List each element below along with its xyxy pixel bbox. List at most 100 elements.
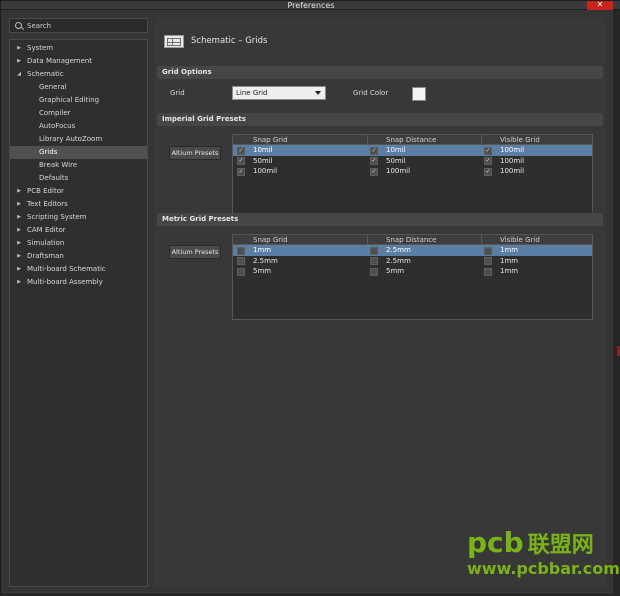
preferences-window: Preferences ✕ ▶ System ▶ Data Management ◢ Sc…: [0, 0, 620, 596]
preset-value[interactable]: 100mil: [500, 145, 524, 156]
preset-checkbox[interactable]: ✓: [237, 167, 245, 176]
table-row[interactable]: 2.5mm 2.5mm 1mm: [233, 256, 592, 267]
expand-arrow-icon[interactable]: ▶: [15, 185, 23, 198]
close-button[interactable]: ✕: [587, 1, 613, 10]
tree-item-multi-board-schematic[interactable]: ▶ Multi-board Schematic: [10, 263, 147, 276]
tree-item-grids[interactable]: Grids: [10, 146, 147, 159]
grid-type-select[interactable]: Line Grid: [232, 86, 326, 100]
preset-checkbox[interactable]: ✓: [237, 157, 245, 165]
preset-value[interactable]: 2.5mm: [253, 256, 278, 267]
tree-item-pcb-editor[interactable]: ▶ PCB Editor: [10, 185, 147, 198]
preset-checkbox[interactable]: ✓: [484, 167, 492, 176]
column-header[interactable]: Snap Distance: [386, 235, 436, 245]
tree-item-graphical-editing[interactable]: Graphical Editing: [10, 94, 147, 107]
tree-item-autofocus[interactable]: AutoFocus: [10, 120, 147, 133]
preset-checkbox[interactable]: [484, 267, 492, 276]
expand-arrow-icon[interactable]: ▶: [15, 42, 23, 55]
preset-value[interactable]: 1mm: [253, 245, 271, 256]
tree-item-text-editors[interactable]: ▶ Text Editors: [10, 198, 147, 211]
expand-arrow-icon[interactable]: ▶: [15, 211, 23, 224]
tree-item-data-management[interactable]: ▶ Data Management: [10, 55, 147, 68]
grid-label: Grid: [170, 89, 185, 97]
preset-value[interactable]: 50mil: [386, 156, 406, 167]
content-panel: Schematic – Grids Grid Options Grid Line…: [154, 18, 606, 587]
preset-checkbox[interactable]: [484, 257, 492, 265]
preset-checkbox[interactable]: ✓: [484, 146, 492, 155]
window-edge: [613, 10, 620, 596]
section-title: Grid Options: [162, 68, 212, 76]
tree-item-library-autozoom[interactable]: Library AutoZoom: [10, 133, 147, 146]
preset-value[interactable]: 1mm: [500, 245, 518, 256]
preset-value[interactable]: 5mm: [253, 266, 271, 277]
search-input[interactable]: [27, 20, 142, 31]
table-row[interactable]: 1mm 2.5mm 1mm: [233, 245, 592, 256]
tree-item-label: PCB Editor: [27, 187, 64, 195]
preset-checkbox[interactable]: ✓: [370, 146, 378, 155]
preset-checkbox[interactable]: [237, 246, 245, 255]
expand-arrow-icon[interactable]: ▶: [15, 263, 23, 276]
column-header[interactable]: Snap Grid: [253, 235, 288, 245]
expand-arrow-icon[interactable]: ▶: [15, 250, 23, 263]
preset-checkbox[interactable]: ✓: [237, 146, 245, 155]
tree-item-multi-board-assembly[interactable]: ▶ Multi-board Assembly: [10, 276, 147, 289]
preset-checkbox[interactable]: ✓: [370, 167, 378, 176]
preset-value[interactable]: 2.5mm: [386, 256, 411, 267]
grid-color-swatch[interactable]: [412, 87, 426, 101]
chevron-down-icon[interactable]: [315, 91, 321, 95]
preset-checkbox[interactable]: [237, 267, 245, 276]
metric-altium-presets-button[interactable]: Altium Presets: [169, 245, 221, 259]
imperial-altium-presets-button[interactable]: Altium Presets: [169, 146, 221, 160]
tree-item-label: Library AutoZoom: [39, 135, 103, 143]
preset-value[interactable]: 100mil: [253, 166, 277, 177]
table-header: Snap Grid Snap Distance Visible Grid: [233, 135, 592, 145]
preset-value[interactable]: 5mm: [386, 266, 404, 277]
preset-checkbox[interactable]: ✓: [484, 157, 492, 165]
preset-checkbox[interactable]: [237, 257, 245, 265]
tree-item-system[interactable]: ▶ System: [10, 42, 147, 55]
preset-checkbox[interactable]: ✓: [370, 157, 378, 165]
table-row[interactable]: ✓ 100mil ✓ 100mil ✓ 100mil: [233, 166, 592, 177]
watermark-url: www.pcbbar.com: [467, 559, 620, 578]
table-row[interactable]: 5mm 5mm 1mm: [233, 266, 592, 277]
preset-value[interactable]: 100mil: [386, 166, 410, 177]
tree-item-simulation[interactable]: ▶ Simulation: [10, 237, 147, 250]
search-box[interactable]: [9, 18, 148, 33]
tree-item-defaults[interactable]: Defaults: [10, 172, 147, 185]
preset-value[interactable]: 1mm: [500, 266, 518, 277]
preset-checkbox[interactable]: [370, 246, 378, 255]
column-header[interactable]: Visible Grid: [500, 235, 540, 245]
preset-value[interactable]: 10mil: [386, 145, 406, 156]
tree-item-label: Multi-board Assembly: [27, 278, 103, 286]
tree-item-break-wire[interactable]: Break Wire: [10, 159, 147, 172]
preset-value[interactable]: 2.5mm: [386, 245, 411, 256]
expand-arrow-icon[interactable]: ▶: [15, 276, 23, 289]
tree-item-general[interactable]: General: [10, 81, 147, 94]
tree-item-label: Multi-board Schematic: [27, 265, 106, 273]
tree-item-schematic[interactable]: ◢ Schematic: [10, 68, 147, 81]
table-row[interactable]: ✓ 50mil ✓ 50mil ✓ 100mil: [233, 156, 592, 167]
preset-value[interactable]: 100mil: [500, 156, 524, 167]
tree-item-cam-editor[interactable]: ▶ CAM Editor: [10, 224, 147, 237]
preset-value[interactable]: 1mm: [500, 256, 518, 267]
expand-arrow-icon[interactable]: ▶: [15, 55, 23, 68]
preset-checkbox[interactable]: [484, 246, 492, 255]
preset-value[interactable]: 50mil: [253, 156, 273, 167]
expand-arrow-icon[interactable]: ▶: [15, 224, 23, 237]
tree-item-label: Simulation: [27, 239, 65, 247]
tree-item-label: General: [39, 83, 67, 91]
preset-value[interactable]: 100mil: [500, 166, 524, 177]
column-header[interactable]: Snap Distance: [386, 135, 436, 145]
tree-item-draftsman[interactable]: ▶ Draftsman: [10, 250, 147, 263]
collapse-arrow-icon[interactable]: ◢: [15, 68, 23, 81]
preset-checkbox[interactable]: [370, 267, 378, 276]
table-row[interactable]: ✓ 10mil ✓ 10mil ✓ 100mil: [233, 145, 592, 156]
column-header[interactable]: Visible Grid: [500, 135, 540, 145]
column-header[interactable]: Snap Grid: [253, 135, 288, 145]
tree-item-scripting-system[interactable]: ▶ Scripting System: [10, 211, 147, 224]
preset-value[interactable]: 10mil: [253, 145, 273, 156]
section-title: Metric Grid Presets: [162, 215, 239, 223]
expand-arrow-icon[interactable]: ▶: [15, 198, 23, 211]
preset-checkbox[interactable]: [370, 257, 378, 265]
expand-arrow-icon[interactable]: ▶: [15, 237, 23, 250]
tree-item-compiler[interactable]: Compiler: [10, 107, 147, 120]
